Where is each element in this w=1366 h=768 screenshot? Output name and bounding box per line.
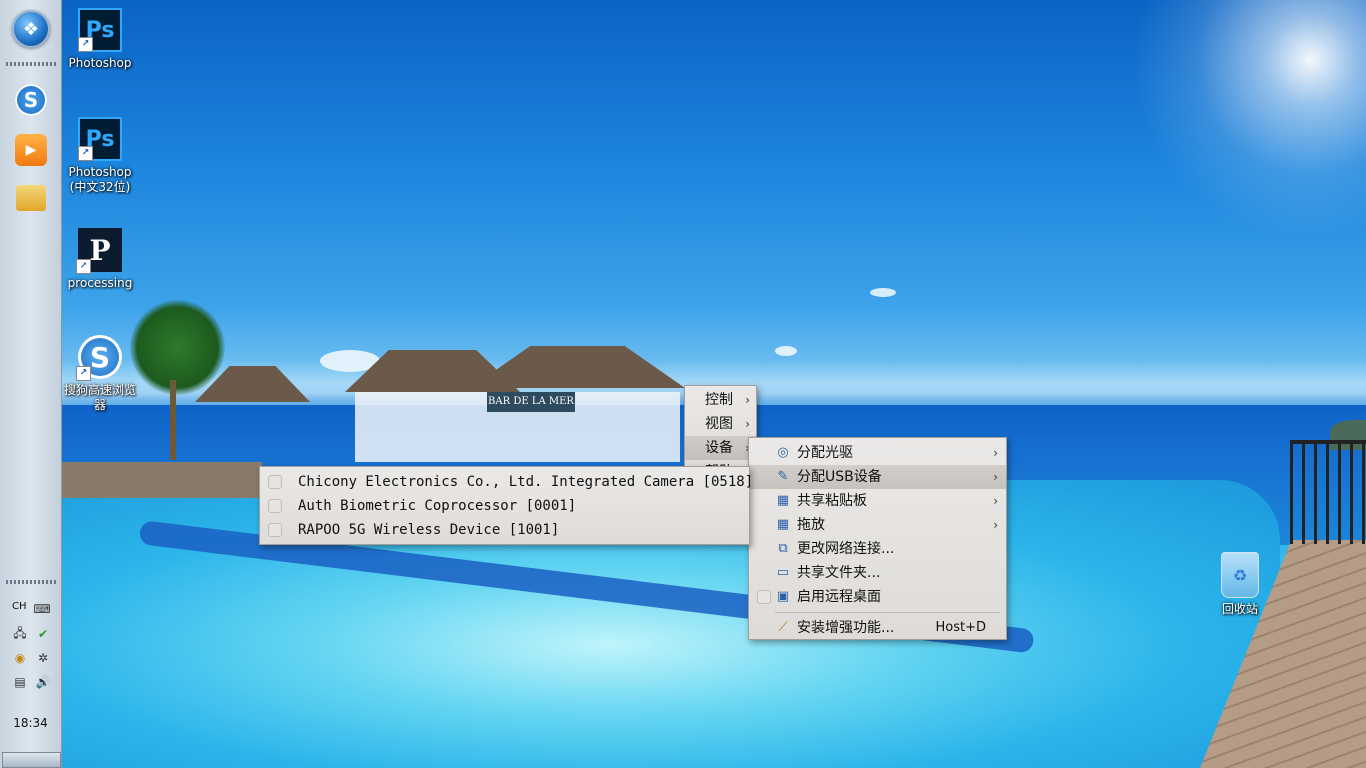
input-language-indicator[interactable]: CH bbox=[12, 601, 27, 612]
shortcut-arrow-icon: ↗ bbox=[78, 146, 93, 161]
chevron-right-icon: › bbox=[993, 518, 998, 532]
recycle-bin-icon: ♻ bbox=[1221, 552, 1259, 598]
desktop-icon-label: Photoshop bbox=[68, 56, 132, 70]
shortcut-arrow-icon: ↗ bbox=[78, 37, 93, 52]
tray-grip[interactable] bbox=[6, 580, 56, 584]
clipboard-tray-icon[interactable]: ▤ bbox=[12, 674, 28, 690]
chevron-right-icon: › bbox=[993, 446, 998, 460]
pier-railing bbox=[1290, 440, 1366, 544]
security-tray-icon[interactable]: ✔ bbox=[35, 626, 51, 642]
chevron-right-icon: › bbox=[745, 417, 750, 431]
photoshop-icon: Ps ↗ bbox=[78, 8, 122, 52]
sun-glare bbox=[1130, 0, 1366, 240]
remote-desktop-checkbox[interactable] bbox=[757, 590, 771, 604]
network-tray-icon[interactable]: 🖧 bbox=[12, 626, 28, 642]
desktop-icon-label: Photoshop (中文32位) bbox=[68, 165, 132, 194]
usb-device-item[interactable]: RAPOO 5G Wireless Device [1001] bbox=[260, 518, 749, 542]
cloud bbox=[775, 346, 797, 356]
palm-trunk bbox=[170, 380, 176, 460]
usb-device-checkbox[interactable] bbox=[268, 499, 282, 513]
drag-drop-icon: ▦ bbox=[776, 517, 790, 532]
desktop-icon-label: processing bbox=[67, 276, 133, 290]
menu-item-drag-and-drop[interactable]: ▦ 拖放 › bbox=[749, 513, 1006, 537]
shortcut-label: Host+D bbox=[935, 620, 986, 635]
menu-item-remote-desktop[interactable]: ▣ 启用远程桌面 bbox=[749, 585, 1006, 609]
wrench-icon: ⟋ bbox=[778, 620, 788, 635]
usb-device-item[interactable]: Auth Biometric Coprocessor [0001] bbox=[260, 494, 749, 518]
start-button[interactable]: ❖ bbox=[12, 10, 50, 48]
shared-folder-icon: ▭ bbox=[776, 565, 790, 580]
desktop-icon-label: 搜狗高速浏览器 bbox=[63, 383, 136, 412]
menu-item-view[interactable]: 视图 › bbox=[685, 412, 756, 436]
menu-item-shared-clipboard[interactable]: ▦ 共享粘贴板 › bbox=[749, 489, 1006, 513]
processing-icon: P ↗ bbox=[76, 228, 122, 274]
keyboard-icon[interactable]: ⌨ bbox=[33, 601, 50, 617]
explorer-taskbar-icon[interactable] bbox=[15, 182, 47, 214]
shortcut-arrow-icon: ↗ bbox=[76, 259, 91, 274]
menu-separator bbox=[775, 612, 1000, 613]
palm-tree bbox=[130, 300, 225, 395]
menu-item-install-guest-additions[interactable]: ⟋ 安装增强功能... Host+D bbox=[749, 616, 1006, 640]
menu-item-assign-usb-device[interactable]: ✎ 分配USB设备 › bbox=[749, 465, 1006, 489]
usb-device-item[interactable]: Chicony Electronics Co., Ltd. Integrated… bbox=[260, 470, 753, 494]
usb-devices-submenu: Chicony Electronics Co., Ltd. Integrated… bbox=[259, 466, 753, 545]
gazebo-roof bbox=[470, 346, 685, 388]
volume-icon[interactable]: 🔊 bbox=[35, 674, 51, 690]
settings-tray-icon[interactable]: ✲ bbox=[35, 650, 51, 666]
usb-device-checkbox[interactable] bbox=[268, 523, 282, 537]
desktop-icon-recycle-bin[interactable]: ♻ 回收站 bbox=[1200, 552, 1280, 617]
show-desktop-button[interactable] bbox=[2, 752, 61, 768]
sogou-browser-taskbar-icon[interactable]: S bbox=[15, 84, 47, 116]
chevron-right-icon: › bbox=[993, 470, 998, 484]
menu-item-shared-folders[interactable]: ▭ 共享文件夹... bbox=[749, 561, 1006, 585]
desktop-icon-photoshop-cn[interactable]: Ps ↗ Photoshop (中文32位) bbox=[60, 117, 140, 195]
chevron-right-icon: › bbox=[993, 494, 998, 508]
network-icon: ⧉ bbox=[778, 541, 788, 556]
app-tray-icon[interactable]: ◉ bbox=[12, 650, 28, 666]
vm-main-menu: 控制 › 视图 › 设备 › 帮助 › bbox=[684, 385, 757, 473]
desktop-icon-photoshop[interactable]: Ps ↗ Photoshop bbox=[60, 8, 140, 71]
menu-item-control[interactable]: 控制 › bbox=[685, 388, 756, 412]
taskbar-grip[interactable] bbox=[6, 62, 56, 66]
desktop-icon-sogou[interactable]: S ↗ 搜狗高速浏览器 bbox=[60, 335, 140, 413]
clipboard-icon: ▦ bbox=[776, 493, 790, 508]
sogou-browser-icon: S ↗ bbox=[76, 335, 122, 381]
system-clock[interactable]: 18:34 bbox=[0, 716, 61, 730]
desktop-icon-label: 回收站 bbox=[1221, 602, 1258, 616]
menu-item-assign-optical-drive[interactable]: ◎ 分配光驱 › bbox=[749, 441, 1006, 465]
menu-item-change-network[interactable]: ⧉ 更改网络连接... bbox=[749, 537, 1006, 561]
media-player-taskbar-icon[interactable]: ▶ bbox=[15, 134, 47, 166]
pool-deck bbox=[62, 462, 262, 498]
desktop-wallpaper: BAR DE LA MER bbox=[0, 0, 1366, 768]
taskbar: ❖ S ▶ CH ⌨ 🖧 ✔ ◉ ✲ ▤ 🔊 18:34 bbox=[0, 0, 62, 768]
menu-item-devices[interactable]: 设备 › bbox=[685, 436, 756, 460]
devices-submenu: ◎ 分配光驱 › ✎ 分配USB设备 › ▦ 共享粘贴板 › ▦ 拖放 › ⧉ … bbox=[748, 437, 1007, 640]
disc-icon: ◎ bbox=[777, 445, 789, 460]
usb-device-checkbox[interactable] bbox=[268, 475, 282, 489]
shortcut-arrow-icon: ↗ bbox=[76, 366, 91, 381]
usb-icon: ✎ bbox=[777, 469, 789, 484]
bar-sign: BAR DE LA MER bbox=[487, 392, 575, 412]
desktop-icon-processing[interactable]: P ↗ processing bbox=[60, 228, 140, 291]
photoshop-icon: Ps ↗ bbox=[78, 117, 122, 161]
folder-icon bbox=[16, 185, 46, 211]
cloud bbox=[870, 288, 896, 297]
windows-logo-icon: ❖ bbox=[22, 18, 40, 40]
chevron-right-icon: › bbox=[745, 393, 750, 407]
remote-desktop-icon: ▣ bbox=[776, 589, 790, 604]
